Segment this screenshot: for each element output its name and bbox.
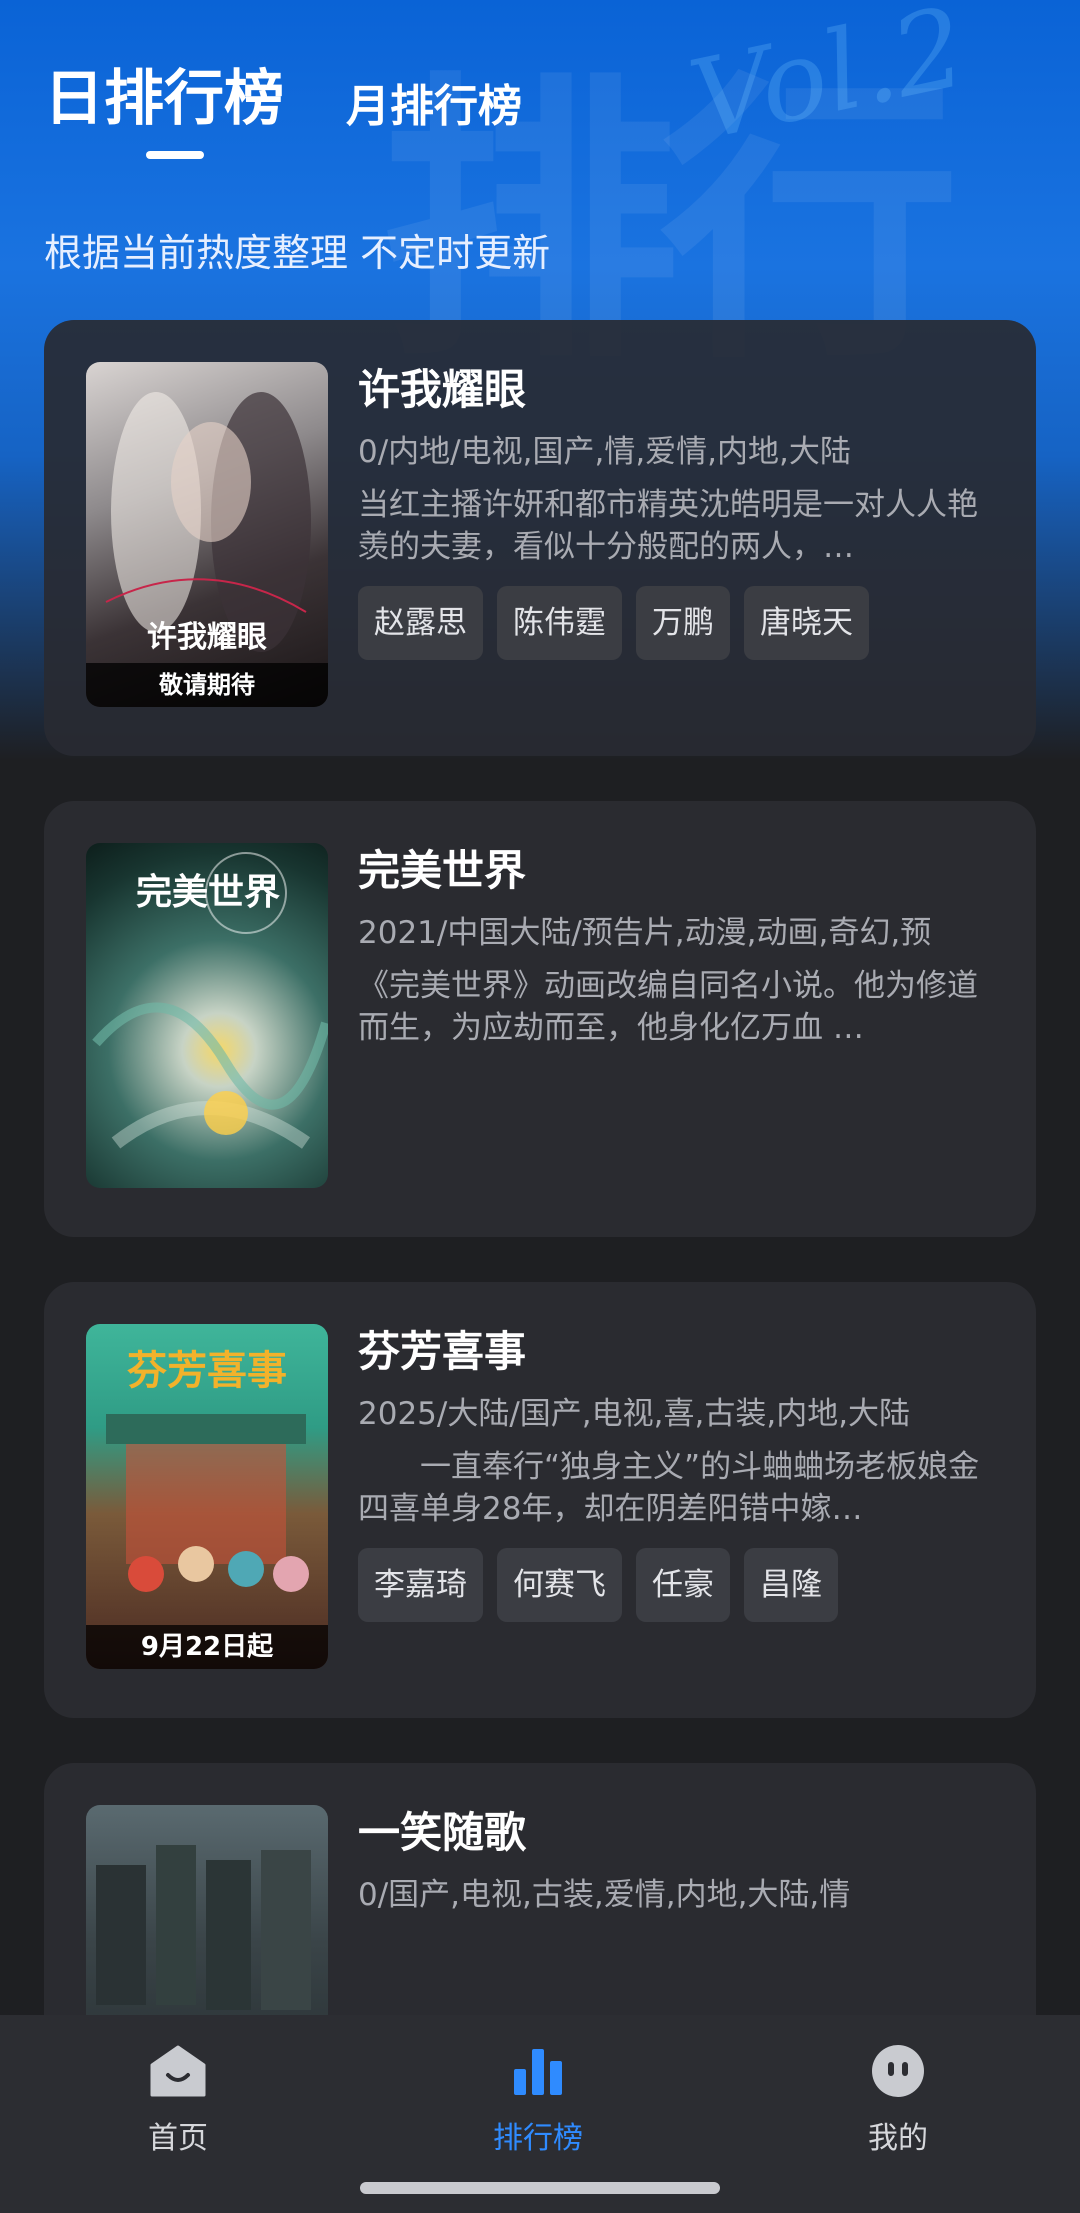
profile-face-icon	[798, 2037, 998, 2105]
item-meta: 2021/中国大陆/预告片,动漫,动画,奇幻,预	[358, 915, 932, 951]
nav-ranking-label: 排行榜	[493, 2121, 583, 2156]
actor-tags: 李嘉琦 何赛飞 任豪 昌隆	[358, 1548, 998, 1622]
item-meta: 2025/大陆/国产,电视,喜,古装,内地,大陆	[358, 1396, 911, 1432]
actor-tag[interactable]: 唐晓天	[744, 586, 869, 660]
item-title[interactable]: 完美世界	[358, 841, 998, 901]
item-meta: 0/内地/电视,国产,情,爱情,内地,大陆	[358, 434, 851, 470]
item-title[interactable]: 一笑随歌	[358, 1803, 998, 1863]
actor-tag[interactable]: 任豪	[636, 1548, 730, 1622]
card-info: 一笑随歌 0/国产,电视,古装,爱情,内地,大陆,情	[358, 1803, 998, 1917]
nav-home-label: 首页	[148, 2121, 208, 2156]
poster-title: 许我耀眼	[147, 620, 267, 655]
active-tab-indicator	[146, 151, 204, 159]
ranking-card[interactable]: 许我耀眼 敬请期待 许我耀眼 0/内地/电视,国产,情,爱情,内地,大陆 当红主…	[44, 320, 1036, 756]
ranking-card[interactable]: 芬芳喜事 9月22日起 芬芳喜事 2025/大陆/国产,电视,喜,古装,内地,大…	[44, 1282, 1036, 1718]
nav-mine[interactable]: 我的	[798, 2037, 998, 2157]
item-meta: 0/国产,电视,古装,爱情,内地,大陆,情	[358, 1877, 851, 1913]
actor-tag[interactable]: 昌隆	[744, 1548, 838, 1622]
card-info: 芬芳喜事 2025/大陆/国产,电视,喜,古装,内地,大陆 一直奉行“独身主义”…	[358, 1322, 998, 1622]
item-description: 《完美世界》动画改编自同名小说。他为修道而生，为应劫而至，他身化亿万血 …	[358, 968, 978, 1046]
item-title[interactable]: 许我耀眼	[358, 360, 998, 420]
home-icon	[78, 2037, 278, 2105]
home-indicator-bar[interactable]	[360, 2182, 720, 2194]
poster-image: 芬芳喜事 9月22日起	[86, 1324, 328, 1669]
tab-monthly-ranking[interactable]: 月排行榜	[346, 70, 522, 134]
card-info: 许我耀眼 0/内地/电视,国产,情,爱情,内地,大陆 当红主播许妍和都市精英沈皓…	[358, 360, 998, 660]
item-description: 当红主播许妍和都市精英沈皓明是一对人人艳羡的夫妻，看似十分般配的两人，…	[358, 487, 978, 565]
nav-home[interactable]: 首页	[78, 2037, 278, 2157]
actor-tags: 赵露思 陈伟霆 万鹏 唐晓天	[358, 586, 998, 660]
item-description: 一直奉行“独身主义”的斗蛐蛐场老板娘金四喜单身28年，却在阴差阳错中嫁…	[358, 1449, 980, 1527]
bar-chart-icon	[438, 2037, 638, 2105]
poster-caption: 敬请期待	[86, 663, 328, 707]
actor-tag[interactable]: 李嘉琦	[358, 1548, 483, 1622]
poster-image: 许我耀眼 敬请期待	[86, 362, 328, 707]
ranking-card[interactable]: 完美世界 完美世界 2021/中国大陆/预告片,动漫,动画,奇幻,预 《完美世界…	[44, 801, 1036, 1237]
tab-daily-ranking[interactable]: 日排行榜	[44, 50, 284, 137]
ranking-subtitle: 根据当前热度整理 不定时更新	[44, 231, 551, 275]
poster-title: 芬芳喜事	[127, 1347, 287, 1394]
actor-tag[interactable]: 何赛飞	[497, 1548, 622, 1622]
poster-title: 完美世界	[136, 871, 281, 913]
poster-caption: 9月22日起	[86, 1625, 328, 1669]
item-title[interactable]: 芬芳喜事	[358, 1322, 998, 1382]
actor-tag[interactable]: 赵露思	[358, 586, 483, 660]
actor-tag[interactable]: 万鹏	[636, 586, 730, 660]
nav-ranking[interactable]: 排行榜	[438, 2037, 638, 2157]
card-info: 完美世界 2021/中国大陆/预告片,动漫,动画,奇幻,预 《完美世界》动画改编…	[358, 841, 998, 1049]
actor-tag[interactable]: 陈伟霆	[497, 586, 622, 660]
poster-image: 完美世界	[86, 843, 328, 1188]
nav-mine-label: 我的	[868, 2121, 928, 2156]
